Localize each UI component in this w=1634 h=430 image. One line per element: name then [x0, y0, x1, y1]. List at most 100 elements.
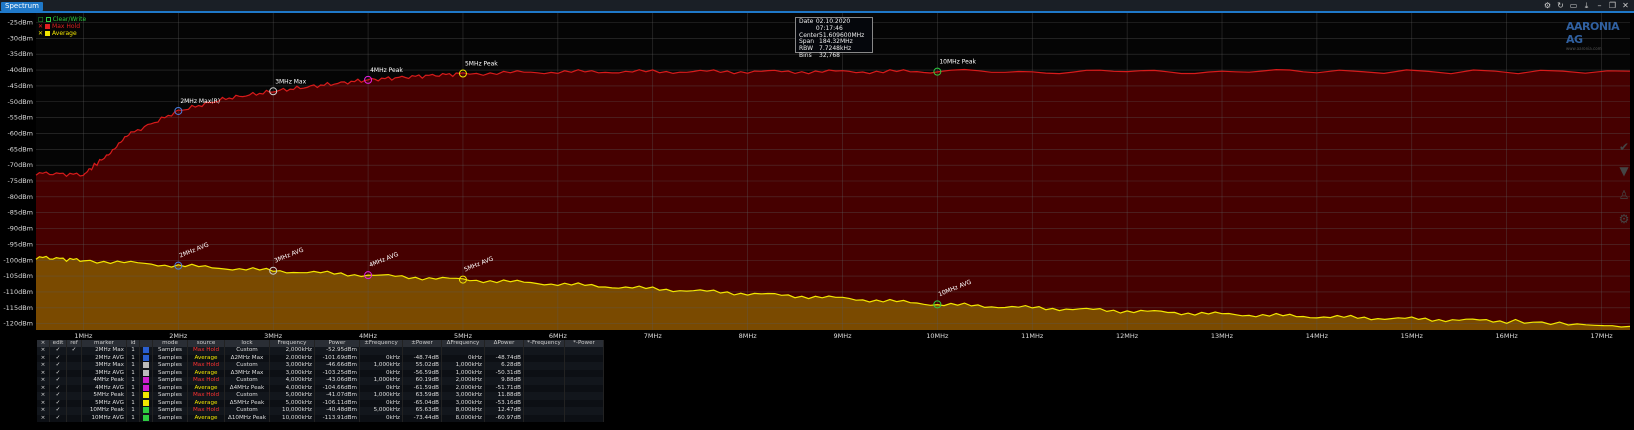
layout-icon[interactable]: ▭ — [1569, 1, 1578, 10]
marker-color-swatch[interactable] — [143, 354, 149, 361]
column-header[interactable]: ref — [66, 340, 82, 347]
edit-cell[interactable]: ✓ — [49, 354, 67, 362]
download-icon[interactable]: ⤓ — [1582, 1, 1591, 10]
table-cell: -41.07dBm — [314, 392, 360, 400]
table-row[interactable]: × ✓ 4MHz Peak 1 Samples Max Hold Custom 4,000kH… — [37, 377, 604, 385]
ref-cell[interactable] — [66, 377, 82, 385]
ref-cell[interactable] — [66, 407, 82, 415]
marker-color-swatch[interactable] — [143, 399, 149, 406]
restore-icon[interactable]: ❐ — [1608, 1, 1617, 10]
column-header[interactable]: *-Frequency — [523, 340, 565, 347]
table-cell: 2,000kHz — [269, 354, 315, 362]
minimize-icon[interactable]: – — [1595, 1, 1604, 10]
cell-color — [139, 369, 153, 377]
ref-cell[interactable] — [66, 399, 82, 407]
edit-cell[interactable]: ✓ — [49, 399, 67, 407]
table-row[interactable]: × ✓ 4MHz AVG 1 Samples Average Δ4MHz Peak 4,000… — [37, 384, 604, 392]
table-row[interactable]: × ✓ 10MHz AVG 1 Samples Average Δ10MHz Peak 10,… — [37, 414, 604, 422]
y-tick-label: -30dBm — [7, 34, 33, 42]
edit-cell[interactable]: ✓ — [49, 362, 67, 370]
ref-cell[interactable] — [66, 384, 82, 392]
marker-color-swatch[interactable] — [143, 362, 149, 368]
column-header[interactable]: *-Power — [564, 340, 604, 347]
ref-cell[interactable] — [66, 354, 82, 362]
column-header[interactable]: edit — [49, 340, 67, 347]
marker-color-swatch[interactable] — [143, 407, 149, 413]
delete-cell[interactable]: × — [37, 399, 50, 407]
close-icon[interactable]: ✕ — [1621, 1, 1630, 10]
column-header[interactable]: ±Power — [402, 340, 442, 347]
table-cell: 11.88dB — [484, 392, 524, 400]
column-header[interactable]: ±Frequency — [359, 340, 403, 347]
table-cell: -53.16dB — [484, 399, 524, 407]
ref-cell[interactable] — [66, 414, 82, 422]
table-cell: 5,000kHz — [269, 399, 315, 407]
cell-color — [139, 399, 153, 407]
legend-item[interactable]: ✕ Average — [38, 30, 86, 37]
legend-item[interactable]: ✕ Max Hold — [38, 23, 86, 30]
column-header[interactable]: source — [187, 340, 225, 347]
delete-cell[interactable]: × — [37, 407, 50, 415]
table-cell: 6.28dB — [484, 362, 524, 370]
marker-color-swatch[interactable] — [143, 392, 149, 398]
column-header[interactable]: marker — [81, 340, 127, 347]
delete-cell[interactable]: × — [37, 347, 50, 355]
column-header[interactable]: × — [37, 340, 50, 347]
column-header[interactable]: Power — [314, 340, 360, 347]
delete-cell[interactable]: × — [37, 384, 50, 392]
table-row[interactable]: × ✓ 10MHz Peak 1 Samples Max Hold Custom 10,000… — [37, 407, 604, 415]
ref-cell[interactable] — [66, 369, 82, 377]
edit-cell[interactable]: ✓ — [49, 347, 67, 355]
filter-icon[interactable]: ▼ — [1614, 164, 1634, 178]
delete-cell[interactable]: × — [37, 369, 50, 377]
table-row[interactable]: × ✓ 5MHz AVG 1 Samples Average Δ5MHz Peak 5,000… — [37, 399, 604, 407]
ref-cell[interactable]: ✓ — [66, 347, 82, 355]
legend-item[interactable]: □ Clear/Write — [38, 16, 86, 23]
delete-cell[interactable]: × — [37, 377, 50, 385]
table-cell: 1 — [126, 362, 140, 370]
ref-cell[interactable] — [66, 362, 82, 370]
table-row[interactable]: × ✓ 2MHz AVG 1 Samples Average Δ2MHz Max 2,000k… — [37, 354, 604, 362]
column-header[interactable]: mode — [152, 340, 188, 347]
table-cell — [523, 407, 565, 415]
column-header[interactable]: lock — [224, 340, 270, 347]
delete-cell[interactable]: × — [37, 392, 50, 400]
column-header[interactable]: Frequency — [269, 340, 315, 347]
table-cell: -48.74dB — [484, 354, 524, 362]
tab-spectrum[interactable]: Spectrum — [1, 2, 43, 11]
delete-cell[interactable]: × — [37, 354, 50, 362]
table-row[interactable]: × ✓ ✓ 2MHz Max 1 Samples Max Hold Custom 2,000kH… — [37, 347, 604, 355]
table-cell: Average — [187, 354, 225, 362]
column-header[interactable]: ΔPower — [484, 340, 524, 347]
column-header[interactable] — [139, 340, 153, 347]
table-row[interactable]: × ✓ 3MHz AVG 1 Samples Average Δ3MHz Max 3,000k… — [37, 369, 604, 377]
settings-icon[interactable]: ⚙ — [1614, 212, 1634, 226]
delete-cell[interactable]: × — [37, 362, 50, 370]
edit-cell[interactable]: ✓ — [49, 414, 67, 422]
edit-cell[interactable]: ✓ — [49, 377, 67, 385]
marker-color-swatch[interactable] — [143, 384, 149, 391]
edit-cell[interactable]: ✓ — [49, 384, 67, 392]
edit-cell[interactable]: ✓ — [49, 407, 67, 415]
table-cell: -73.44dB — [402, 414, 442, 422]
gear-icon[interactable]: ⚙ — [1543, 1, 1552, 10]
marker-color-swatch[interactable] — [143, 377, 149, 383]
marker-color-swatch[interactable] — [143, 414, 149, 421]
marker-color-swatch[interactable] — [143, 347, 149, 353]
refresh-icon[interactable]: ↻ — [1556, 1, 1565, 10]
x-tick-label: 7MHz — [644, 332, 663, 340]
column-header[interactable]: id — [126, 340, 140, 347]
table-row[interactable]: × ✓ 5MHz Peak 1 Samples Max Hold Custom 5,000kH… — [37, 392, 604, 400]
marker-label: 10MHz Peak — [939, 59, 976, 66]
edit-cell[interactable]: ✓ — [49, 369, 67, 377]
edit-cell[interactable]: ✓ — [49, 392, 67, 400]
delete-cell[interactable]: × — [37, 414, 50, 422]
spectrum-plot[interactable]: -25dBm -30dBm -35dBm -40dBm -45dBm -50dBm -55d… — [0, 13, 1634, 340]
ref-cell[interactable] — [66, 392, 82, 400]
table-row[interactable]: × ✓ 3MHz Max 1 Samples Max Hold Custom 3,000kHz… — [37, 362, 604, 370]
marker-color-swatch[interactable] — [143, 369, 149, 376]
person-icon[interactable]: ♙ — [1614, 188, 1634, 202]
column-header[interactable]: ΔFrequency — [441, 340, 485, 347]
check-icon[interactable]: ✔ — [1614, 140, 1634, 154]
legend-swatch — [45, 17, 51, 22]
